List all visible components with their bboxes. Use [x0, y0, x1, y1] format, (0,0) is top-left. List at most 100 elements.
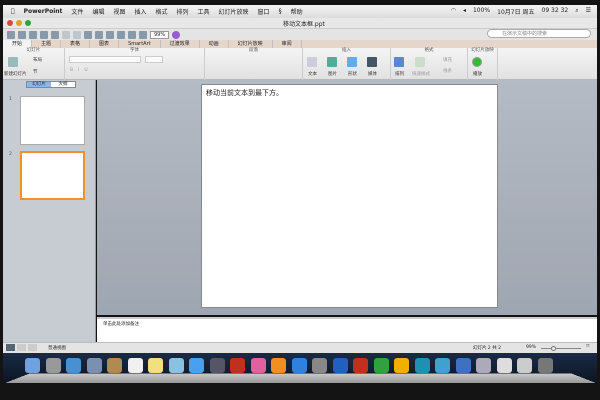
dock-app-icon[interactable] — [537, 358, 553, 373]
dock-app-icon[interactable] — [496, 358, 512, 373]
battery-label[interactable]: 100% — [473, 7, 490, 16]
menu-format[interactable]: 格式 — [155, 7, 167, 16]
menu-window[interactable]: 窗口 — [258, 7, 270, 16]
dock-app-icon[interactable] — [353, 358, 368, 373]
wifi-icon[interactable]: ◠ — [451, 7, 456, 16]
dock-app-icon[interactable] — [250, 358, 266, 373]
date-label[interactable]: 10月7日 周五 — [497, 7, 534, 16]
tab-charts[interactable]: 图表 — [90, 40, 120, 48]
close-icon[interactable] — [7, 20, 13, 26]
dock-app-icon[interactable] — [312, 358, 327, 373]
tab-slides[interactable]: 幻灯片 — [27, 82, 51, 87]
tab-themes[interactable]: 主题 — [32, 40, 62, 48]
dock-app-icon[interactable] — [373, 358, 389, 373]
zoom-slider[interactable] — [541, 346, 581, 351]
help-icon[interactable] — [172, 30, 181, 39]
zoom-select[interactable]: 99% — [150, 30, 170, 39]
dock-app-icon[interactable] — [25, 358, 40, 373]
dock-app-icon[interactable] — [332, 358, 348, 373]
text-box-icon[interactable] — [307, 57, 317, 67]
notification-icon[interactable]: ☰ — [586, 7, 591, 16]
fit-window-icon[interactable]: ⤧ — [586, 344, 590, 350]
play-button[interactable]: 播放 — [473, 71, 482, 77]
dock-app-icon[interactable] — [66, 358, 81, 373]
layout-button[interactable]: 布局 — [33, 57, 42, 63]
dock-app-icon[interactable] — [394, 358, 409, 373]
dock-app-icon[interactable] — [435, 358, 450, 373]
time-label[interactable]: 09 32 32 — [542, 7, 569, 16]
sorter-view-icon[interactable] — [17, 344, 26, 351]
media-button[interactable]: 媒体 — [368, 71, 377, 77]
volume-icon[interactable]: ◂ — [463, 7, 466, 16]
quick-styles-button[interactable]: 快速样式 — [412, 71, 430, 77]
picture-button[interactable]: 图片 — [328, 71, 337, 77]
shape-button[interactable]: 形状 — [348, 71, 357, 77]
new-slide-button[interactable]: 新建幻灯片 — [4, 71, 27, 77]
tab-tables[interactable]: 表格 — [61, 40, 91, 48]
new-slide-icon[interactable] — [8, 57, 18, 67]
copy-icon[interactable] — [73, 30, 81, 39]
normal-view-icon[interactable] — [6, 344, 15, 351]
cut-icon[interactable] — [62, 30, 70, 39]
dock-app-icon[interactable] — [168, 358, 184, 373]
picture-icon[interactable] — [327, 57, 337, 67]
gallery-icon[interactable] — [18, 30, 26, 39]
dock-app-icon[interactable] — [107, 358, 122, 373]
tab-home[interactable]: 开始 — [3, 40, 33, 48]
slide-text-box[interactable]: 移动当前文本到最下方。 — [206, 88, 283, 98]
new-icon[interactable] — [7, 30, 15, 39]
menu-tools[interactable]: 工具 — [198, 7, 210, 16]
dock-app-icon[interactable] — [45, 358, 61, 373]
dock-app-icon[interactable] — [271, 358, 286, 373]
dock-app-icon[interactable] — [127, 358, 143, 373]
save-icon[interactable] — [40, 30, 48, 39]
slide-thumbnail-2[interactable] — [20, 151, 85, 200]
apple-icon[interactable]:  — [11, 8, 15, 15]
redo-icon[interactable] — [117, 30, 125, 39]
dock-app-icon[interactable] — [209, 358, 225, 373]
menu-file[interactable]: 文件 — [71, 7, 83, 16]
slide[interactable]: 移动当前文本到最下方。 — [201, 84, 498, 308]
menu-app[interactable]: PowerPoint — [24, 8, 63, 15]
arrange-button[interactable]: 排列 — [395, 71, 404, 77]
menu-view[interactable]: 视图 — [113, 7, 125, 16]
minimize-icon[interactable] — [16, 20, 22, 26]
format-painter-icon[interactable] — [95, 30, 103, 39]
fill-button[interactable]: 填充 — [443, 57, 452, 63]
print-icon[interactable] — [51, 30, 59, 39]
tab-slideshow[interactable]: 幻灯片放映 — [229, 40, 273, 48]
tab-outline[interactable]: 大纲 — [51, 82, 75, 87]
dock-app-icon[interactable] — [86, 358, 102, 373]
menu-slideshow[interactable]: 幻灯片放映 — [219, 7, 249, 16]
dock-app-icon[interactable] — [517, 358, 532, 373]
slide-thumbnail-1[interactable] — [20, 96, 85, 145]
dock-app-icon[interactable] — [476, 358, 491, 373]
notes-pane[interactable]: 单击此处添加备注 — [97, 317, 597, 342]
dock-app-icon[interactable] — [455, 358, 471, 373]
arrange-icon[interactable] — [394, 57, 404, 67]
shape-icon[interactable] — [347, 57, 357, 67]
menu-edit[interactable]: 编辑 — [92, 7, 104, 16]
line-button[interactable]: 线条 — [443, 68, 452, 74]
tab-smartart[interactable]: SmartArt — [119, 40, 161, 48]
media-icon[interactable] — [139, 30, 147, 39]
script-icon[interactable]: § — [279, 8, 282, 15]
play-icon[interactable] — [472, 57, 482, 67]
font-format-buttons[interactable]: BIU — [70, 68, 93, 73]
font-name-select[interactable] — [69, 56, 141, 63]
quick-styles-icon[interactable] — [415, 57, 425, 67]
dock-app-icon[interactable] — [414, 358, 430, 373]
spotlight-icon[interactable]: ⌕ — [575, 7, 578, 16]
undo-icon[interactable] — [106, 30, 114, 39]
font-size-select[interactable] — [145, 56, 163, 63]
tab-review[interactable]: 审阅 — [273, 40, 302, 48]
dock-app-icon[interactable] — [291, 358, 307, 373]
menu-insert[interactable]: 插入 — [134, 7, 146, 16]
text-button[interactable]: 文本 — [308, 71, 317, 77]
slideshow-icon[interactable] — [128, 30, 136, 39]
zoom-slider-knob[interactable] — [551, 346, 556, 351]
dock-app-icon[interactable] — [189, 358, 204, 373]
section-button[interactable]: 节 — [33, 69, 38, 75]
menu-arrange[interactable]: 排列 — [177, 7, 189, 16]
media-icon[interactable] — [367, 57, 377, 67]
